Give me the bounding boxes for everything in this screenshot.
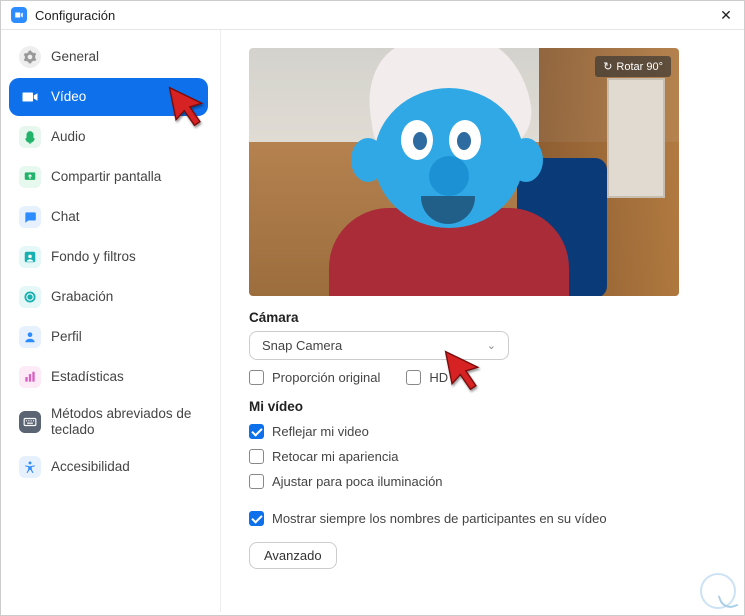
sidebar-item-audio[interactable]: Audio: [9, 118, 208, 156]
sidebar-item-general[interactable]: General: [9, 38, 208, 76]
checkbox-label: Proporción original: [272, 370, 380, 385]
sidebar-item-recording[interactable]: Grabación: [9, 278, 208, 316]
checkbox-label: Mostrar siempre los nombres de participa…: [272, 511, 607, 526]
video-icon: [19, 86, 41, 108]
sidebar-item-accessibility[interactable]: Accesibilidad: [9, 448, 208, 486]
stats-icon: [19, 366, 41, 388]
sidebar-item-label: Métodos abreviados de teclado: [51, 406, 198, 438]
checkbox-icon: [249, 424, 264, 439]
advanced-button[interactable]: Avanzado: [249, 542, 337, 569]
checkbox-label: Reflejar mi video: [272, 424, 369, 439]
camera-dropdown[interactable]: Snap Camera ⌄: [249, 331, 509, 360]
rotate-label: Rotar 90°: [616, 61, 663, 73]
chat-icon: [19, 206, 41, 228]
chevron-down-icon: ⌄: [487, 339, 496, 352]
rotate-icon: ↻: [603, 60, 612, 73]
window-title: Configuración: [35, 8, 115, 23]
sidebar-item-video[interactable]: Vídeo: [9, 78, 208, 116]
watermark-icon: [700, 573, 736, 609]
mirror-video-checkbox[interactable]: Reflejar mi video: [249, 424, 716, 439]
touchup-checkbox[interactable]: Retocar mi apariencia: [249, 449, 716, 464]
sidebar-item-share-screen[interactable]: Compartir pantalla: [9, 158, 208, 196]
sidebar-item-label: Vídeo: [51, 89, 86, 105]
content-panel: ↻ Rotar 90° Cámara Snap Camera ⌄ Proporc…: [221, 30, 744, 612]
checkbox-icon: [249, 511, 264, 526]
camera-section-label: Cámara: [249, 310, 716, 325]
show-names-checkbox[interactable]: Mostrar siempre los nombres de participa…: [249, 511, 716, 526]
sidebar-item-label: Chat: [51, 209, 80, 225]
video-preview: ↻ Rotar 90°: [249, 48, 679, 296]
sidebar-item-label: Accesibilidad: [51, 459, 130, 475]
camera-selected-value: Snap Camera: [262, 338, 342, 353]
sidebar: General Vídeo Audio Compartir pantalla C: [1, 30, 221, 612]
sidebar-item-label: Perfil: [51, 329, 82, 345]
lowlight-checkbox[interactable]: Ajustar para poca iluminación: [249, 474, 716, 489]
sidebar-item-background[interactable]: Fondo y filtros: [9, 238, 208, 276]
original-ratio-checkbox[interactable]: Proporción original: [249, 370, 380, 385]
checkbox-icon: [249, 370, 264, 385]
checkbox-label: HD: [429, 370, 448, 385]
checkbox-label: Retocar mi apariencia: [272, 449, 398, 464]
sidebar-item-label: Grabación: [51, 289, 113, 305]
sidebar-item-label: Estadísticas: [51, 369, 124, 385]
my-video-section-label: Mi vídeo: [249, 399, 716, 414]
gear-icon: [19, 46, 41, 68]
share-screen-icon: [19, 166, 41, 188]
sidebar-item-keyboard-shortcuts[interactable]: Métodos abreviados de teclado: [9, 398, 208, 446]
rotate-90-button[interactable]: ↻ Rotar 90°: [595, 56, 671, 77]
audio-icon: [19, 126, 41, 148]
advanced-label: Avanzado: [264, 548, 322, 563]
sidebar-item-label: General: [51, 49, 99, 65]
sidebar-item-label: Audio: [51, 129, 86, 145]
profile-icon: [19, 326, 41, 348]
record-icon: [19, 286, 41, 308]
sidebar-item-label: Fondo y filtros: [51, 249, 136, 265]
app-icon: [11, 7, 27, 23]
checkbox-icon: [249, 449, 264, 464]
sidebar-item-statistics[interactable]: Estadísticas: [9, 358, 208, 396]
checkbox-icon: [249, 474, 264, 489]
keyboard-icon: [19, 411, 41, 433]
sidebar-item-chat[interactable]: Chat: [9, 198, 208, 236]
background-icon: [19, 246, 41, 268]
sidebar-item-profile[interactable]: Perfil: [9, 318, 208, 356]
close-button[interactable]: ✕: [718, 7, 734, 23]
sidebar-item-label: Compartir pantalla: [51, 169, 161, 185]
accessibility-icon: [19, 456, 41, 478]
titlebar: Configuración ✕: [1, 1, 744, 30]
checkbox-icon: [406, 370, 421, 385]
checkbox-label: Ajustar para poca iluminación: [272, 474, 443, 489]
hd-checkbox[interactable]: HD: [406, 370, 448, 385]
